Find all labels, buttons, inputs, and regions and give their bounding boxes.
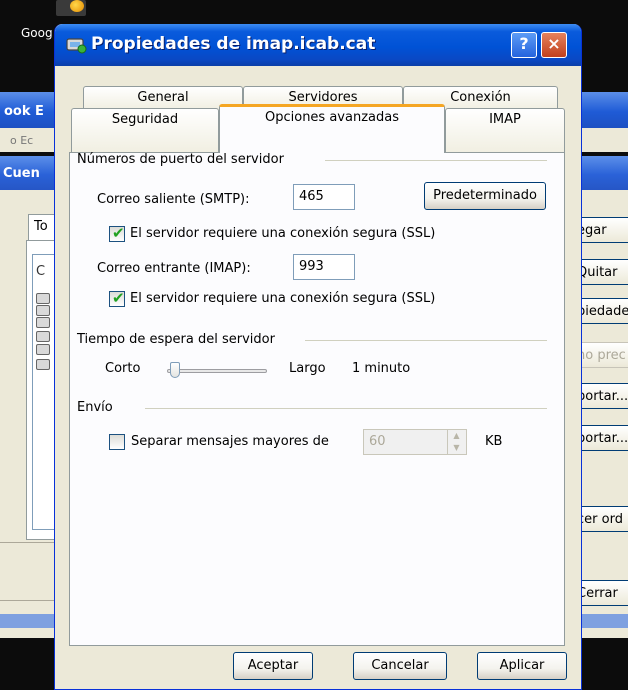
- outlook-menu-text[interactable]: o Ec: [10, 134, 33, 147]
- account-icon[interactable]: [34, 304, 52, 316]
- imap-label: Correo entrante (IMAP):: [97, 261, 251, 276]
- account-icon[interactable]: [34, 330, 52, 342]
- account-icon[interactable]: [34, 292, 52, 304]
- imap-ssl-label: El servidor requiere una conexión segura…: [130, 291, 436, 306]
- timeout-value: 1 minuto: [352, 361, 411, 376]
- split-messages-label: Separar mensajes mayores de: [131, 434, 329, 449]
- account-icon[interactable]: [34, 343, 52, 355]
- dialog-titlebar[interactable]: Propiedades de imap.icab.cat ? ×: [55, 24, 581, 66]
- split-messages-checkbox[interactable]: [109, 434, 125, 450]
- ports-group-label: Números de puerto del servidor: [77, 152, 284, 167]
- smtp-ssl-label: El servidor requiere una conexión segura…: [130, 226, 436, 241]
- accounts-column-header[interactable]: C: [36, 264, 45, 279]
- spin-down-icon[interactable]: ▼: [448, 442, 465, 454]
- spin-up-icon[interactable]: ▲: [448, 430, 465, 442]
- split-size-spinner[interactable]: ▲ ▼: [447, 430, 465, 454]
- group-divider: [145, 408, 547, 409]
- tab-seguridad[interactable]: Seguridad: [71, 108, 219, 152]
- properties-dialog: Propiedades de imap.icab.cat ? × General…: [54, 24, 582, 690]
- taskbar-app-icon: [56, 0, 86, 16]
- group-divider: [305, 340, 547, 341]
- timeout-slider-track[interactable]: [167, 369, 267, 373]
- apply-button[interactable]: Aplicar: [477, 652, 567, 680]
- group-divider: [325, 160, 547, 161]
- send-group-label: Envío: [77, 400, 113, 415]
- tab-imap[interactable]: IMAP: [445, 108, 565, 152]
- short-label: Corto: [105, 361, 141, 376]
- checkmark-icon: ✔: [112, 224, 125, 242]
- long-label: Largo: [289, 361, 326, 376]
- imap-ssl-checkbox[interactable]: ✔: [109, 289, 125, 307]
- cancel-button[interactable]: Cancelar: [353, 652, 447, 680]
- background-window-label: Goog: [21, 26, 53, 40]
- ok-button[interactable]: Aceptar: [233, 652, 313, 680]
- account-icon[interactable]: [34, 316, 52, 328]
- timeout-slider-handle[interactable]: [170, 362, 180, 378]
- smtp-label: Correo saliente (SMTP):: [97, 192, 250, 207]
- timeout-group-label: Tiempo de espera del servidor: [77, 332, 275, 347]
- help-button[interactable]: ?: [511, 32, 537, 58]
- tab-opciones-avanzadas[interactable]: Opciones avanzadas: [219, 104, 445, 153]
- account-icon[interactable]: [34, 358, 52, 370]
- close-button[interactable]: ×: [541, 32, 567, 58]
- outlook-title: ook E: [4, 104, 44, 119]
- smtp-port-input[interactable]: 465: [293, 184, 355, 210]
- imap-port-input[interactable]: 993: [293, 254, 355, 280]
- checkmark-icon: ✔: [112, 289, 125, 307]
- account-properties-icon: [66, 38, 87, 54]
- kb-label: KB: [485, 434, 503, 449]
- dialog-title: Propiedades de imap.icab.cat: [91, 34, 376, 54]
- smtp-ssl-checkbox[interactable]: ✔: [109, 224, 125, 242]
- accounts-window-title: Cuen: [3, 166, 40, 181]
- default-button[interactable]: Predeterminado: [424, 182, 546, 210]
